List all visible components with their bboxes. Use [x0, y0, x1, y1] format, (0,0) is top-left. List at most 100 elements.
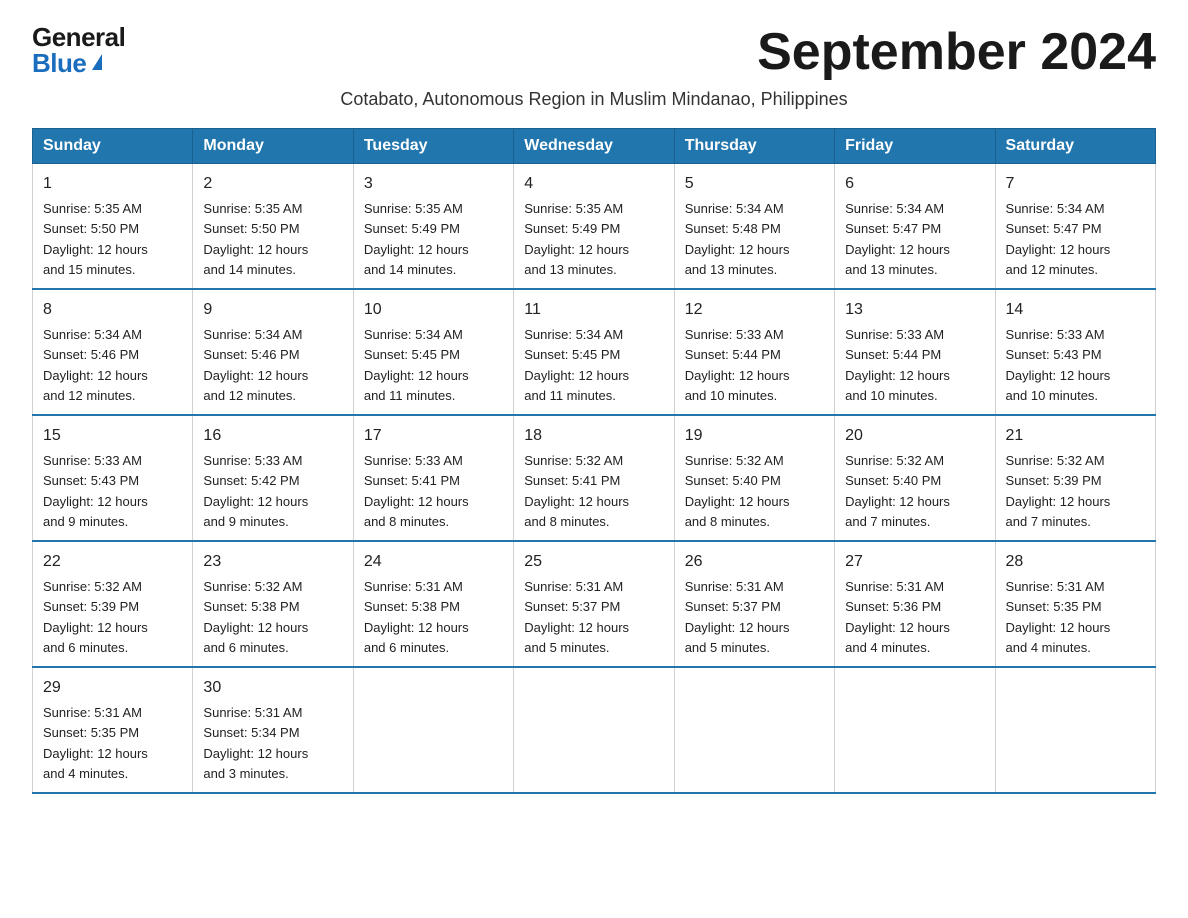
day-info: Sunrise: 5:31 AMSunset: 5:37 PMDaylight:…: [685, 579, 790, 655]
logo-triangle-icon: [92, 54, 102, 70]
day-info: Sunrise: 5:32 AMSunset: 5:39 PMDaylight:…: [1006, 453, 1111, 529]
calendar-table: Sunday Monday Tuesday Wednesday Thursday…: [32, 128, 1156, 794]
table-row: 23 Sunrise: 5:32 AMSunset: 5:38 PMDayligh…: [193, 541, 353, 667]
day-number: 2: [203, 172, 342, 196]
day-info: Sunrise: 5:31 AMSunset: 5:36 PMDaylight:…: [845, 579, 950, 655]
day-number: 30: [203, 676, 342, 700]
day-number: 13: [845, 298, 984, 322]
day-info: Sunrise: 5:33 AMSunset: 5:42 PMDaylight:…: [203, 453, 308, 529]
day-info: Sunrise: 5:34 AMSunset: 5:46 PMDaylight:…: [203, 327, 308, 403]
table-row: [995, 667, 1155, 793]
day-number: 12: [685, 298, 824, 322]
table-row: 12Sunrise: 5:33 AMSunset: 5:44 PMDayligh…: [674, 289, 834, 415]
header: General Blue September 2024: [32, 24, 1156, 81]
day-info: Sunrise: 5:31 AMSunset: 5:35 PMDaylight:…: [1006, 579, 1111, 655]
logo-general-text: General: [32, 24, 125, 50]
table-row: 7Sunrise: 5:34 AMSunset: 5:47 PMDaylight…: [995, 164, 1155, 290]
day-info: Sunrise: 5:34 AMSunset: 5:47 PMDaylight:…: [1006, 201, 1111, 277]
day-info: Sunrise: 5:35 AMSunset: 5:49 PMDaylight:…: [524, 201, 629, 277]
col-thursday: Thursday: [674, 129, 834, 164]
day-info: Sunrise: 5:32 AMSunset: 5:40 PMDaylight:…: [685, 453, 790, 529]
table-row: [835, 667, 995, 793]
day-info: Sunrise: 5:34 AMSunset: 5:46 PMDaylight:…: [43, 327, 148, 403]
table-row: 15 Sunrise: 5:33 AMSunset: 5:43 PMDayligh…: [33, 415, 193, 541]
day-info: Sunrise: 5:32 AMSunset: 5:40 PMDaylight:…: [845, 453, 950, 529]
logo-blue-text: Blue: [32, 50, 102, 76]
day-info: Sunrise: 5:33 AMSunset: 5:41 PMDaylight:…: [364, 453, 469, 529]
table-row: 11 Sunrise: 5:34 AMSunset: 5:45 PMDayligh…: [514, 289, 674, 415]
calendar-week-row: 1 Sunrise: 5:35 AMSunset: 5:50 PMDaylight…: [33, 164, 1156, 290]
day-number: 27: [845, 550, 984, 574]
table-row: [353, 667, 513, 793]
col-sunday: Sunday: [33, 129, 193, 164]
day-info: Sunrise: 5:31 AMSunset: 5:38 PMDaylight:…: [364, 579, 469, 655]
day-number: 3: [364, 172, 503, 196]
day-number: 22: [43, 550, 182, 574]
day-info: Sunrise: 5:31 AMSunset: 5:35 PMDaylight:…: [43, 705, 148, 781]
table-row: 25 Sunrise: 5:31 AMSunset: 5:37 PMDayligh…: [514, 541, 674, 667]
day-info: Sunrise: 5:32 AMSunset: 5:41 PMDaylight:…: [524, 453, 629, 529]
table-row: 30 Sunrise: 5:31 AMSunset: 5:34 PMDayligh…: [193, 667, 353, 793]
day-number: 16: [203, 424, 342, 448]
table-row: 5 Sunrise: 5:34 AMSunset: 5:48 PMDaylight…: [674, 164, 834, 290]
day-number: 10: [364, 298, 503, 322]
table-row: 22 Sunrise: 5:32 AMSunset: 5:39 PMDayligh…: [33, 541, 193, 667]
day-number: 18: [524, 424, 663, 448]
day-number: 14: [1006, 298, 1145, 322]
table-row: 16 Sunrise: 5:33 AMSunset: 5:42 PMDayligh…: [193, 415, 353, 541]
day-number: 26: [685, 550, 824, 574]
col-friday: Friday: [835, 129, 995, 164]
page-title: September 2024: [757, 24, 1156, 81]
day-number: 15: [43, 424, 182, 448]
table-row: 2 Sunrise: 5:35 AMSunset: 5:50 PMDaylight…: [193, 164, 353, 290]
day-info: Sunrise: 5:34 AMSunset: 5:48 PMDaylight:…: [685, 201, 790, 277]
day-info: Sunrise: 5:34 AMSunset: 5:47 PMDaylight:…: [845, 201, 950, 277]
day-number: 17: [364, 424, 503, 448]
day-info: Sunrise: 5:31 AMSunset: 5:34 PMDaylight:…: [203, 705, 308, 781]
day-number: 4: [524, 172, 663, 196]
day-info: Sunrise: 5:34 AMSunset: 5:45 PMDaylight:…: [364, 327, 469, 403]
col-wednesday: Wednesday: [514, 129, 674, 164]
day-info: Sunrise: 5:32 AMSunset: 5:39 PMDaylight:…: [43, 579, 148, 655]
day-number: 21: [1006, 424, 1145, 448]
calendar-week-row: 8Sunrise: 5:34 AMSunset: 5:46 PMDaylight…: [33, 289, 1156, 415]
col-tuesday: Tuesday: [353, 129, 513, 164]
table-row: [514, 667, 674, 793]
day-info: Sunrise: 5:33 AMSunset: 5:44 PMDaylight:…: [845, 327, 950, 403]
table-row: 9 Sunrise: 5:34 AMSunset: 5:46 PMDaylight…: [193, 289, 353, 415]
table-row: 10 Sunrise: 5:34 AMSunset: 5:45 PMDayligh…: [353, 289, 513, 415]
table-row: 17 Sunrise: 5:33 AMSunset: 5:41 PMDayligh…: [353, 415, 513, 541]
table-row: 29 Sunrise: 5:31 AMSunset: 5:35 PMDayligh…: [33, 667, 193, 793]
table-row: 21 Sunrise: 5:32 AMSunset: 5:39 PMDayligh…: [995, 415, 1155, 541]
day-info: Sunrise: 5:35 AMSunset: 5:50 PMDaylight:…: [203, 201, 308, 277]
day-info: Sunrise: 5:34 AMSunset: 5:45 PMDaylight:…: [524, 327, 629, 403]
day-number: 29: [43, 676, 182, 700]
calendar-header-row: Sunday Monday Tuesday Wednesday Thursday…: [33, 129, 1156, 164]
table-row: 8Sunrise: 5:34 AMSunset: 5:46 PMDaylight…: [33, 289, 193, 415]
day-info: Sunrise: 5:33 AMSunset: 5:43 PMDaylight:…: [1006, 327, 1111, 403]
table-row: 24Sunrise: 5:31 AMSunset: 5:38 PMDayligh…: [353, 541, 513, 667]
day-number: 9: [203, 298, 342, 322]
day-number: 19: [685, 424, 824, 448]
day-info: Sunrise: 5:35 AMSunset: 5:49 PMDaylight:…: [364, 201, 469, 277]
table-row: [674, 667, 834, 793]
day-info: Sunrise: 5:33 AMSunset: 5:43 PMDaylight:…: [43, 453, 148, 529]
day-number: 11: [524, 298, 663, 322]
table-row: 27 Sunrise: 5:31 AMSunset: 5:36 PMDayligh…: [835, 541, 995, 667]
day-info: Sunrise: 5:35 AMSunset: 5:50 PMDaylight:…: [43, 201, 148, 277]
day-info: Sunrise: 5:32 AMSunset: 5:38 PMDaylight:…: [203, 579, 308, 655]
col-monday: Monday: [193, 129, 353, 164]
table-row: 20 Sunrise: 5:32 AMSunset: 5:40 PMDayligh…: [835, 415, 995, 541]
day-number: 20: [845, 424, 984, 448]
table-row: 13 Sunrise: 5:33 AMSunset: 5:44 PMDayligh…: [835, 289, 995, 415]
table-row: 18 Sunrise: 5:32 AMSunset: 5:41 PMDayligh…: [514, 415, 674, 541]
day-number: 28: [1006, 550, 1145, 574]
day-number: 1: [43, 172, 182, 196]
day-number: 23: [203, 550, 342, 574]
subtitle: Cotabato, Autonomous Region in Muslim Mi…: [32, 89, 1156, 110]
day-number: 5: [685, 172, 824, 196]
day-info: Sunrise: 5:31 AMSunset: 5:37 PMDaylight:…: [524, 579, 629, 655]
day-number: 25: [524, 550, 663, 574]
day-number: 6: [845, 172, 984, 196]
calendar-week-row: 29 Sunrise: 5:31 AMSunset: 5:35 PMDayligh…: [33, 667, 1156, 793]
